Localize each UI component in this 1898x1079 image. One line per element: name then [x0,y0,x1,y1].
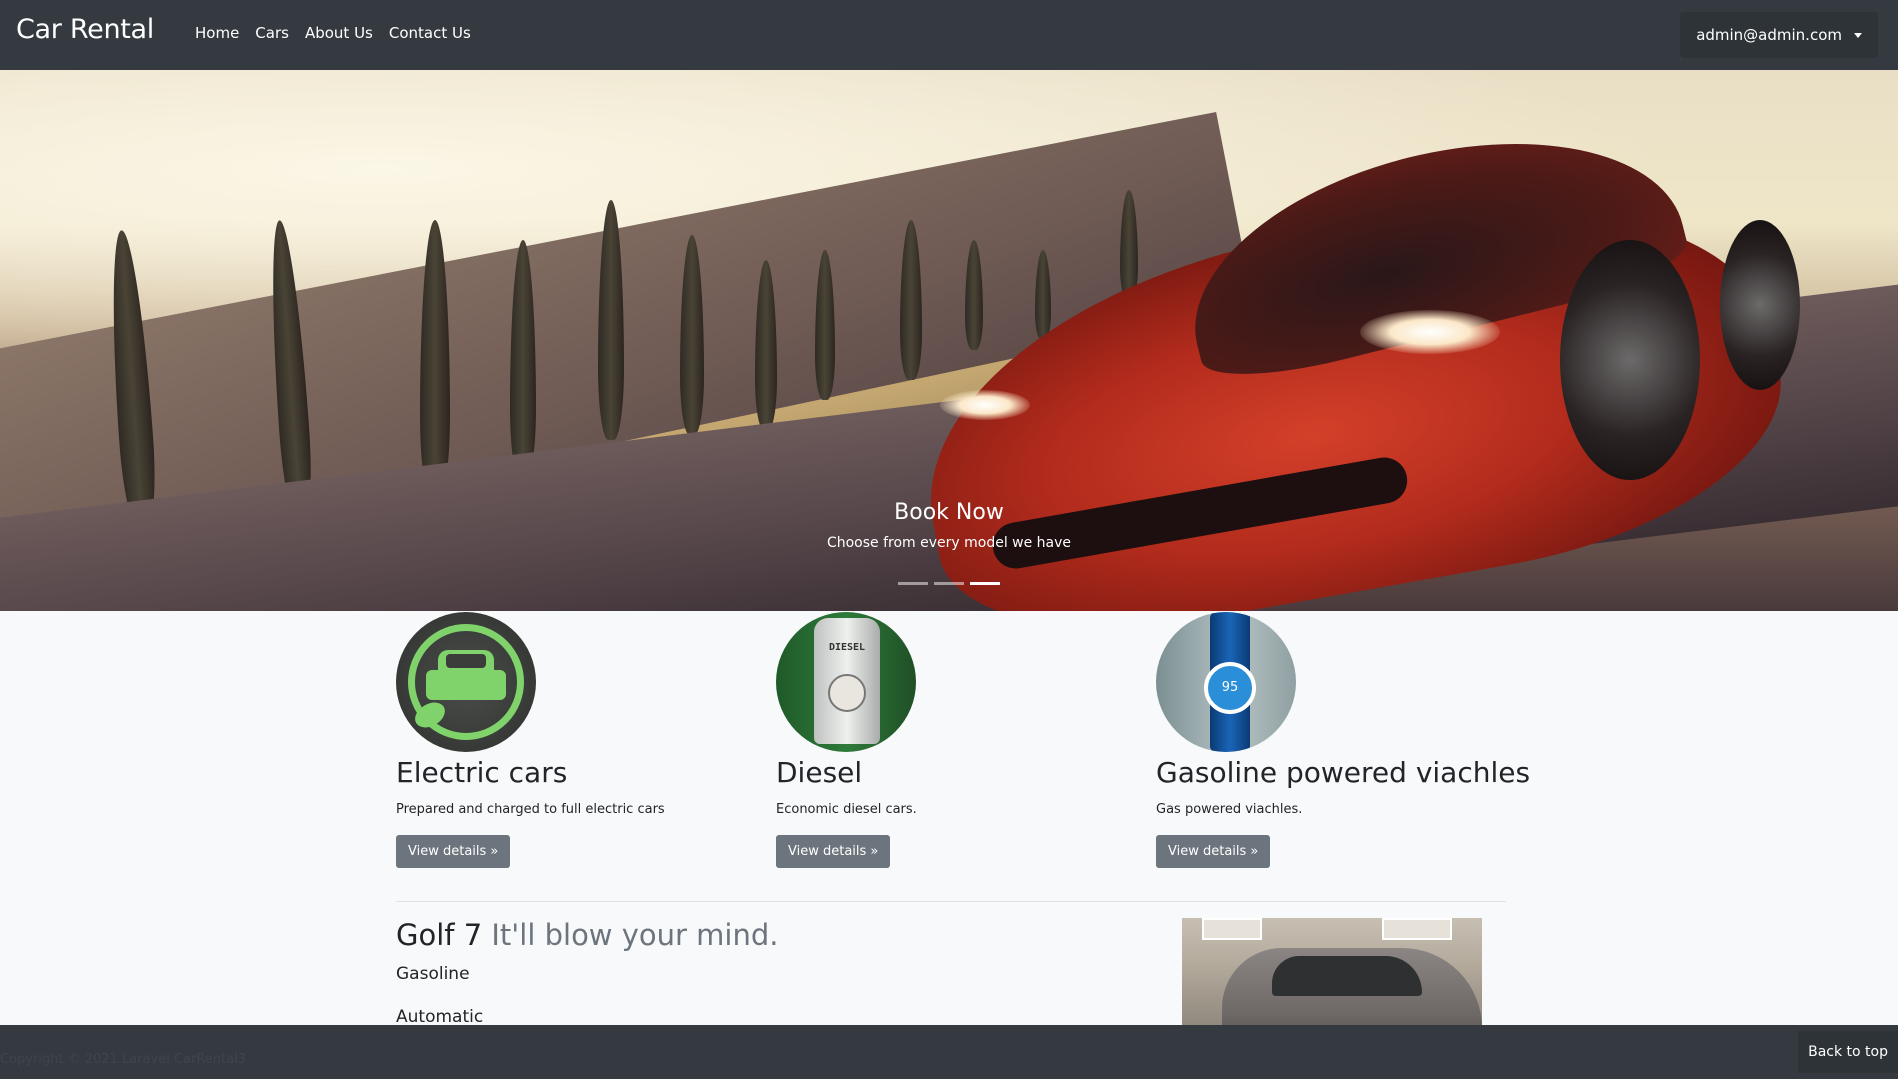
nav-link-cars[interactable]: Cars [255,24,289,42]
featured-model: Golf 7 [396,918,483,952]
carousel-caption-title: Book Now [894,500,1004,525]
navbar: Car Rental Home Cars About Us Contact Us… [0,0,1898,70]
featured-transmission: Automatic [396,1007,484,1027]
diesel-pump-icon: DIESEL [776,612,916,752]
category-gasoline: 95 Gasoline powered viachles Gas powered… [1156,612,1556,868]
carousel-indicators [0,582,1898,585]
hero-carousel[interactable]: Book Now Choose from every model we have [0,70,1898,611]
view-details-button-diesel[interactable]: View details » [776,835,891,868]
fuel-nozzle-icon: 95 [1156,612,1296,752]
nav-link-contact-us[interactable]: Contact Us [389,24,471,42]
brand-logo[interactable]: Car Rental [16,14,154,45]
pump-label: DIESEL [828,642,866,653]
nav-link-home[interactable]: Home [195,24,239,42]
view-details-button-gasoline[interactable]: View details » [1156,835,1271,868]
super-95-badge: 95 [1204,662,1256,714]
featured-tagline: It'll blow your mind. [491,918,779,952]
nav-link-about-us[interactable]: About Us [305,24,373,42]
back-to-top-link[interactable]: Back to top [1798,1031,1898,1073]
copyright-text: Copyright © 2021 Laravel CarRental3 [0,1052,246,1067]
category-description: Economic diesel cars. [776,802,917,817]
section-divider [396,901,1506,902]
carousel-indicator-3[interactable] [970,582,1000,585]
category-description: Gas powered viachles. [1156,802,1303,817]
user-email: admin@admin.com [1696,26,1842,44]
category-title: Gasoline powered viachles [1156,756,1531,789]
nav-links: Home Cars About Us Contact Us [195,24,471,42]
footer: Copyright © 2021 Laravel CarRental3 Back… [0,1025,1898,1079]
category-diesel: DIESEL Diesel Economic diesel cars. View… [776,612,1136,868]
caret-down-icon [1854,32,1862,38]
category-title: Electric cars [396,756,568,789]
featured-car-image [1182,918,1482,1036]
category-title: Diesel [776,756,863,789]
carousel-indicator-1[interactable] [898,582,928,585]
category-electric: Electric cars Prepared and charged to fu… [396,612,756,868]
featured-fuel: Gasoline [396,964,470,984]
featured-heading: Golf 7 It'll blow your mind. [396,918,779,952]
carousel-caption-text: Choose from every model we have [826,535,1072,551]
user-dropdown[interactable]: admin@admin.com [1680,12,1878,58]
view-details-button-electric[interactable]: View details » [396,835,511,868]
carousel-indicator-2[interactable] [934,582,964,585]
electric-car-icon [396,612,536,752]
category-description: Prepared and charged to full electric ca… [396,802,665,817]
